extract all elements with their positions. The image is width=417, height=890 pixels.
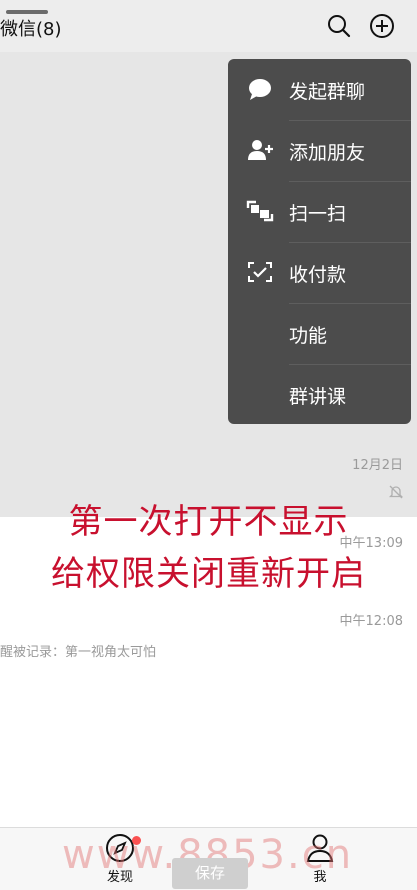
menu-item-function[interactable]: 功能 (228, 303, 411, 364)
scan-icon (246, 199, 274, 223)
menu-item-payment[interactable]: 收付款 (228, 242, 411, 303)
timestamp: 中午12:08 (339, 614, 403, 629)
menu-item-label: 扫一扫 (289, 203, 347, 225)
menu-item-add-friend[interactable]: 添加朋友 (228, 120, 411, 181)
menu-item-label: 功能 (289, 325, 328, 347)
menu-item-group-lecture[interactable]: 群讲课 (228, 364, 411, 425)
save-button[interactable]: 保存 (172, 858, 248, 889)
menu-item-label: 群讲课 (289, 386, 347, 408)
menu-item-label: 收付款 (289, 264, 347, 286)
menu-item-group-chat[interactable]: 发起群聊 (228, 59, 411, 120)
overlay-annotation-line2: 给权限关闭重新开启 (51, 554, 366, 594)
chat-bubble-icon (246, 77, 274, 101)
chat-preview-snippet[interactable]: 醒被记录：第一视角太可怕 (0, 641, 156, 660)
timestamp: 12月2日 (352, 458, 403, 473)
menu-item-label: 发起群聊 (289, 81, 366, 103)
plus-circle-icon[interactable] (369, 13, 395, 39)
add-user-icon (246, 138, 274, 162)
page-title: 微信(8) (0, 19, 62, 40)
menu-item-scan[interactable]: 扫一扫 (228, 181, 411, 242)
search-icon[interactable] (326, 13, 352, 39)
top-bar: 微信(8) (0, 0, 417, 52)
payment-scan-icon (246, 260, 274, 284)
drag-handle (6, 10, 48, 14)
overlay-annotation-line1: 第一次打开不显示 (68, 502, 349, 542)
menu-item-label: 添加朋友 (289, 142, 366, 164)
plus-popup-menu: 发起群聊 添加朋友 扫一扫 收付款 功能 群讲课 (228, 59, 411, 424)
